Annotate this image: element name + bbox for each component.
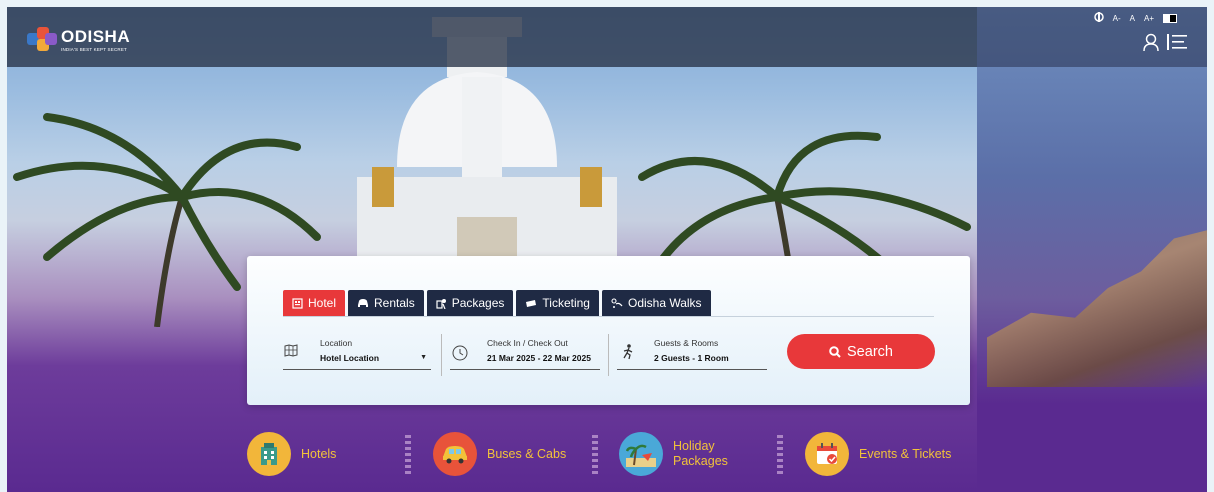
tab-hotel[interactable]: Hotel xyxy=(283,290,346,316)
category-label: Holiday Packages xyxy=(673,439,728,468)
tab-label: Hotel xyxy=(308,296,337,310)
search-icon xyxy=(829,345,841,358)
field-divider xyxy=(608,334,609,376)
packages-icon xyxy=(436,298,446,309)
decorative-divider xyxy=(592,435,598,477)
field-divider xyxy=(441,334,442,376)
header-actions xyxy=(1143,33,1187,51)
beach-icon xyxy=(619,432,663,476)
chevron-down-icon[interactable]: ▼ xyxy=(420,354,427,361)
category-label: Hotels xyxy=(301,446,337,461)
search-button[interactable]: Search xyxy=(787,334,935,369)
hotel-icon xyxy=(292,297,303,309)
site-logo[interactable]: ODISHA INDIA'S BEST KEPT SECRET xyxy=(25,25,130,55)
location-field[interactable]: Location Hotel Location ▼ xyxy=(283,336,431,370)
contrast-toggle-icon[interactable] xyxy=(1163,13,1177,23)
top-navbar: ODISHA INDIA'S BEST KEPT SECRET xyxy=(7,7,977,67)
guests-label: Guests & Rooms xyxy=(654,338,719,348)
decorative-divider xyxy=(777,435,783,477)
category-events-tickets[interactable]: Events & Tickets xyxy=(805,432,951,476)
location-value: Hotel Location xyxy=(320,353,380,363)
tab-label: Ticketing xyxy=(542,296,590,310)
category-holiday-packages[interactable]: Holiday Packages xyxy=(619,432,753,476)
walks-icon xyxy=(611,297,623,308)
booking-tabs: Hotel Rentals Packages Ticketing Odisha … xyxy=(283,290,711,316)
dates-label: Check In / Check Out xyxy=(487,338,568,348)
brand-name: ODISHA xyxy=(61,26,131,46)
dates-value: 21 Mar 2025 - 22 Mar 2025 xyxy=(487,353,591,363)
tab-label: Rentals xyxy=(374,296,415,310)
font-larger-button[interactable]: A+ xyxy=(1144,14,1154,23)
tab-rentals[interactable]: Rentals xyxy=(348,290,424,316)
hotel-building-icon xyxy=(247,432,291,476)
tab-underline xyxy=(283,316,934,317)
ticket-icon xyxy=(526,299,537,307)
car-icon xyxy=(358,299,369,307)
decorative-divider xyxy=(405,435,411,477)
search-button-label: Search xyxy=(847,343,893,360)
tab-odisha-walks[interactable]: Odisha Walks xyxy=(601,290,711,316)
screen-reader-icon[interactable] xyxy=(1093,12,1104,24)
guests-value: 2 Guests - 1 Room xyxy=(654,353,729,363)
tab-packages[interactable]: Packages xyxy=(426,290,514,316)
guests-rooms-field[interactable]: Guests & Rooms 2 Guests - 1 Room xyxy=(617,336,767,370)
accessibility-toolbar: A- A A+ xyxy=(1093,12,1177,24)
odisha-logo-icon xyxy=(25,25,57,55)
booking-search-card: Hotel Rentals Packages Ticketing Odisha … xyxy=(247,256,970,405)
tab-label: Packages xyxy=(451,296,505,310)
tab-label: Odisha Walks xyxy=(627,296,702,310)
location-label: Location xyxy=(320,338,353,348)
font-smaller-button[interactable]: A- xyxy=(1113,14,1121,23)
hero-section: ODISHA INDIA'S BEST KEPT SECRET A- A A+ … xyxy=(7,7,1207,492)
brand-tagline: INDIA'S BEST KEPT SECRET xyxy=(61,46,128,52)
category-label: Buses & Cabs xyxy=(487,446,567,461)
calendar-icon xyxy=(805,432,849,476)
category-hotels[interactable]: Hotels xyxy=(247,432,336,476)
user-icon[interactable] xyxy=(1143,33,1159,51)
car-icon xyxy=(433,432,477,476)
tab-ticketing[interactable]: Ticketing xyxy=(516,290,599,316)
category-buses-cabs[interactable]: Buses & Cabs xyxy=(433,432,566,476)
font-normal-button[interactable]: A xyxy=(1130,14,1135,23)
hamburger-menu-icon[interactable] xyxy=(1167,34,1187,50)
category-label: Events & Tickets xyxy=(859,446,952,461)
check-in-out-field[interactable]: Check In / Check Out 21 Mar 2025 - 22 Ma… xyxy=(450,336,600,370)
